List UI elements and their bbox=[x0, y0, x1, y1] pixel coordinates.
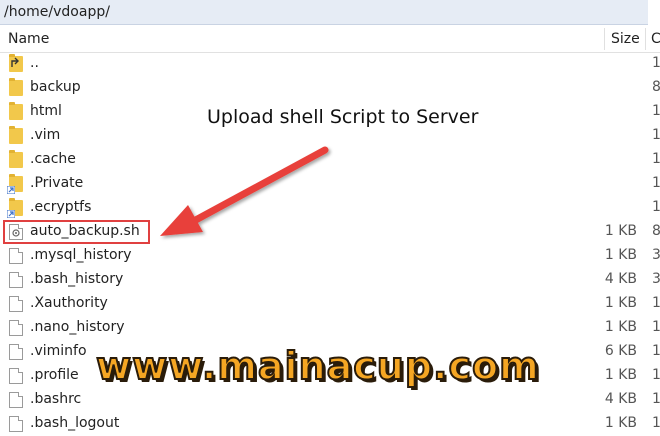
file-changed: 1 bbox=[652, 415, 660, 431]
annotation-text: Upload shell Script to Server bbox=[207, 106, 479, 128]
file-changed: 3 bbox=[652, 247, 660, 263]
file-name: .Xauthority bbox=[30, 295, 108, 311]
folder-link-icon bbox=[7, 174, 23, 194]
file-changed: 1 bbox=[652, 295, 660, 311]
file-changed: 1 bbox=[652, 127, 660, 143]
file-icon bbox=[9, 320, 23, 336]
file-size: 6 KB bbox=[604, 343, 637, 359]
file-size: 1 KB bbox=[604, 223, 637, 239]
folder-icon bbox=[9, 102, 23, 120]
file-row[interactable]: .Private 1 bbox=[0, 172, 660, 196]
file-icon bbox=[9, 344, 23, 360]
column-separator[interactable] bbox=[604, 28, 605, 50]
file-row[interactable]: .bash_history 4 KB 3 bbox=[0, 268, 660, 292]
file-name: .viminfo bbox=[30, 343, 87, 359]
file-size: 1 KB bbox=[604, 319, 637, 335]
file-changed: 1 bbox=[652, 175, 660, 191]
file-name: .vim bbox=[30, 127, 61, 143]
file-row[interactable]: .nano_history 1 KB 1 bbox=[0, 316, 660, 340]
file-changed: 1 bbox=[652, 391, 660, 407]
file-row[interactable]: backup 8 bbox=[0, 76, 660, 100]
file-name: html bbox=[30, 103, 62, 119]
file-size: 4 KB bbox=[604, 271, 637, 287]
file-size: 1 KB bbox=[604, 415, 637, 431]
file-icon bbox=[9, 248, 23, 264]
file-row[interactable]: .Xauthority 1 KB 1 bbox=[0, 292, 660, 316]
file-name: backup bbox=[30, 79, 81, 95]
file-icon bbox=[9, 296, 23, 312]
folder-icon bbox=[9, 126, 23, 144]
file-row[interactable]: .cache 1 bbox=[0, 148, 660, 172]
file-size: 1 KB bbox=[604, 295, 637, 311]
column-header-row: Name Size C bbox=[0, 26, 660, 53]
file-name: .profile bbox=[30, 367, 79, 383]
column-header-changed[interactable]: C bbox=[651, 31, 660, 47]
file-row[interactable]: .mysql_history 1 KB 3 bbox=[0, 244, 660, 268]
column-header-size[interactable]: Size bbox=[611, 31, 640, 47]
file-name: .mysql_history bbox=[30, 247, 132, 263]
file-size: 1 KB bbox=[604, 247, 637, 263]
file-name: .bash_history bbox=[30, 271, 124, 287]
file-changed: 1 bbox=[652, 151, 660, 167]
file-row[interactable]: .ecryptfs 1 bbox=[0, 196, 660, 220]
column-header-name[interactable]: Name bbox=[8, 31, 49, 47]
file-name: .bash_logout bbox=[30, 415, 120, 431]
file-icon bbox=[9, 368, 23, 384]
file-changed: 1 bbox=[652, 343, 660, 359]
file-row[interactable]: .. 1 bbox=[0, 52, 660, 76]
file-row[interactable]: .bashrc 4 KB 1 bbox=[0, 388, 660, 412]
folder-link-icon bbox=[7, 198, 23, 218]
file-name: .cache bbox=[30, 151, 76, 167]
file-name: .. bbox=[30, 55, 39, 71]
file-icon bbox=[9, 416, 23, 432]
file-name: .nano_history bbox=[30, 319, 125, 335]
folder-icon bbox=[9, 150, 23, 168]
parent-folder-icon bbox=[9, 54, 23, 72]
file-icon bbox=[9, 272, 23, 288]
file-icon bbox=[9, 392, 23, 408]
path-bar[interactable]: /home/vdoapp/ bbox=[0, 0, 648, 25]
file-changed: 8 bbox=[652, 79, 660, 95]
file-changed: 1 bbox=[652, 103, 660, 119]
file-changed: 8 bbox=[652, 223, 660, 239]
file-name: .ecryptfs bbox=[30, 199, 92, 215]
file-size: 4 KB bbox=[604, 391, 637, 407]
file-changed: 1 bbox=[652, 319, 660, 335]
file-name: .Private bbox=[30, 175, 84, 191]
file-row[interactable]: .bash_logout 1 KB 1 bbox=[0, 412, 660, 436]
file-changed: 1 bbox=[652, 55, 660, 71]
watermark-text: www.mainacup.com bbox=[95, 343, 540, 389]
file-changed: 1 bbox=[652, 199, 660, 215]
file-name: .bashrc bbox=[30, 391, 82, 407]
file-changed: 3 bbox=[652, 271, 660, 287]
folder-icon bbox=[9, 78, 23, 96]
column-separator[interactable] bbox=[645, 28, 646, 50]
file-changed: 1 bbox=[652, 367, 660, 383]
highlight-box bbox=[3, 220, 150, 244]
file-size: 1 KB bbox=[604, 367, 637, 383]
